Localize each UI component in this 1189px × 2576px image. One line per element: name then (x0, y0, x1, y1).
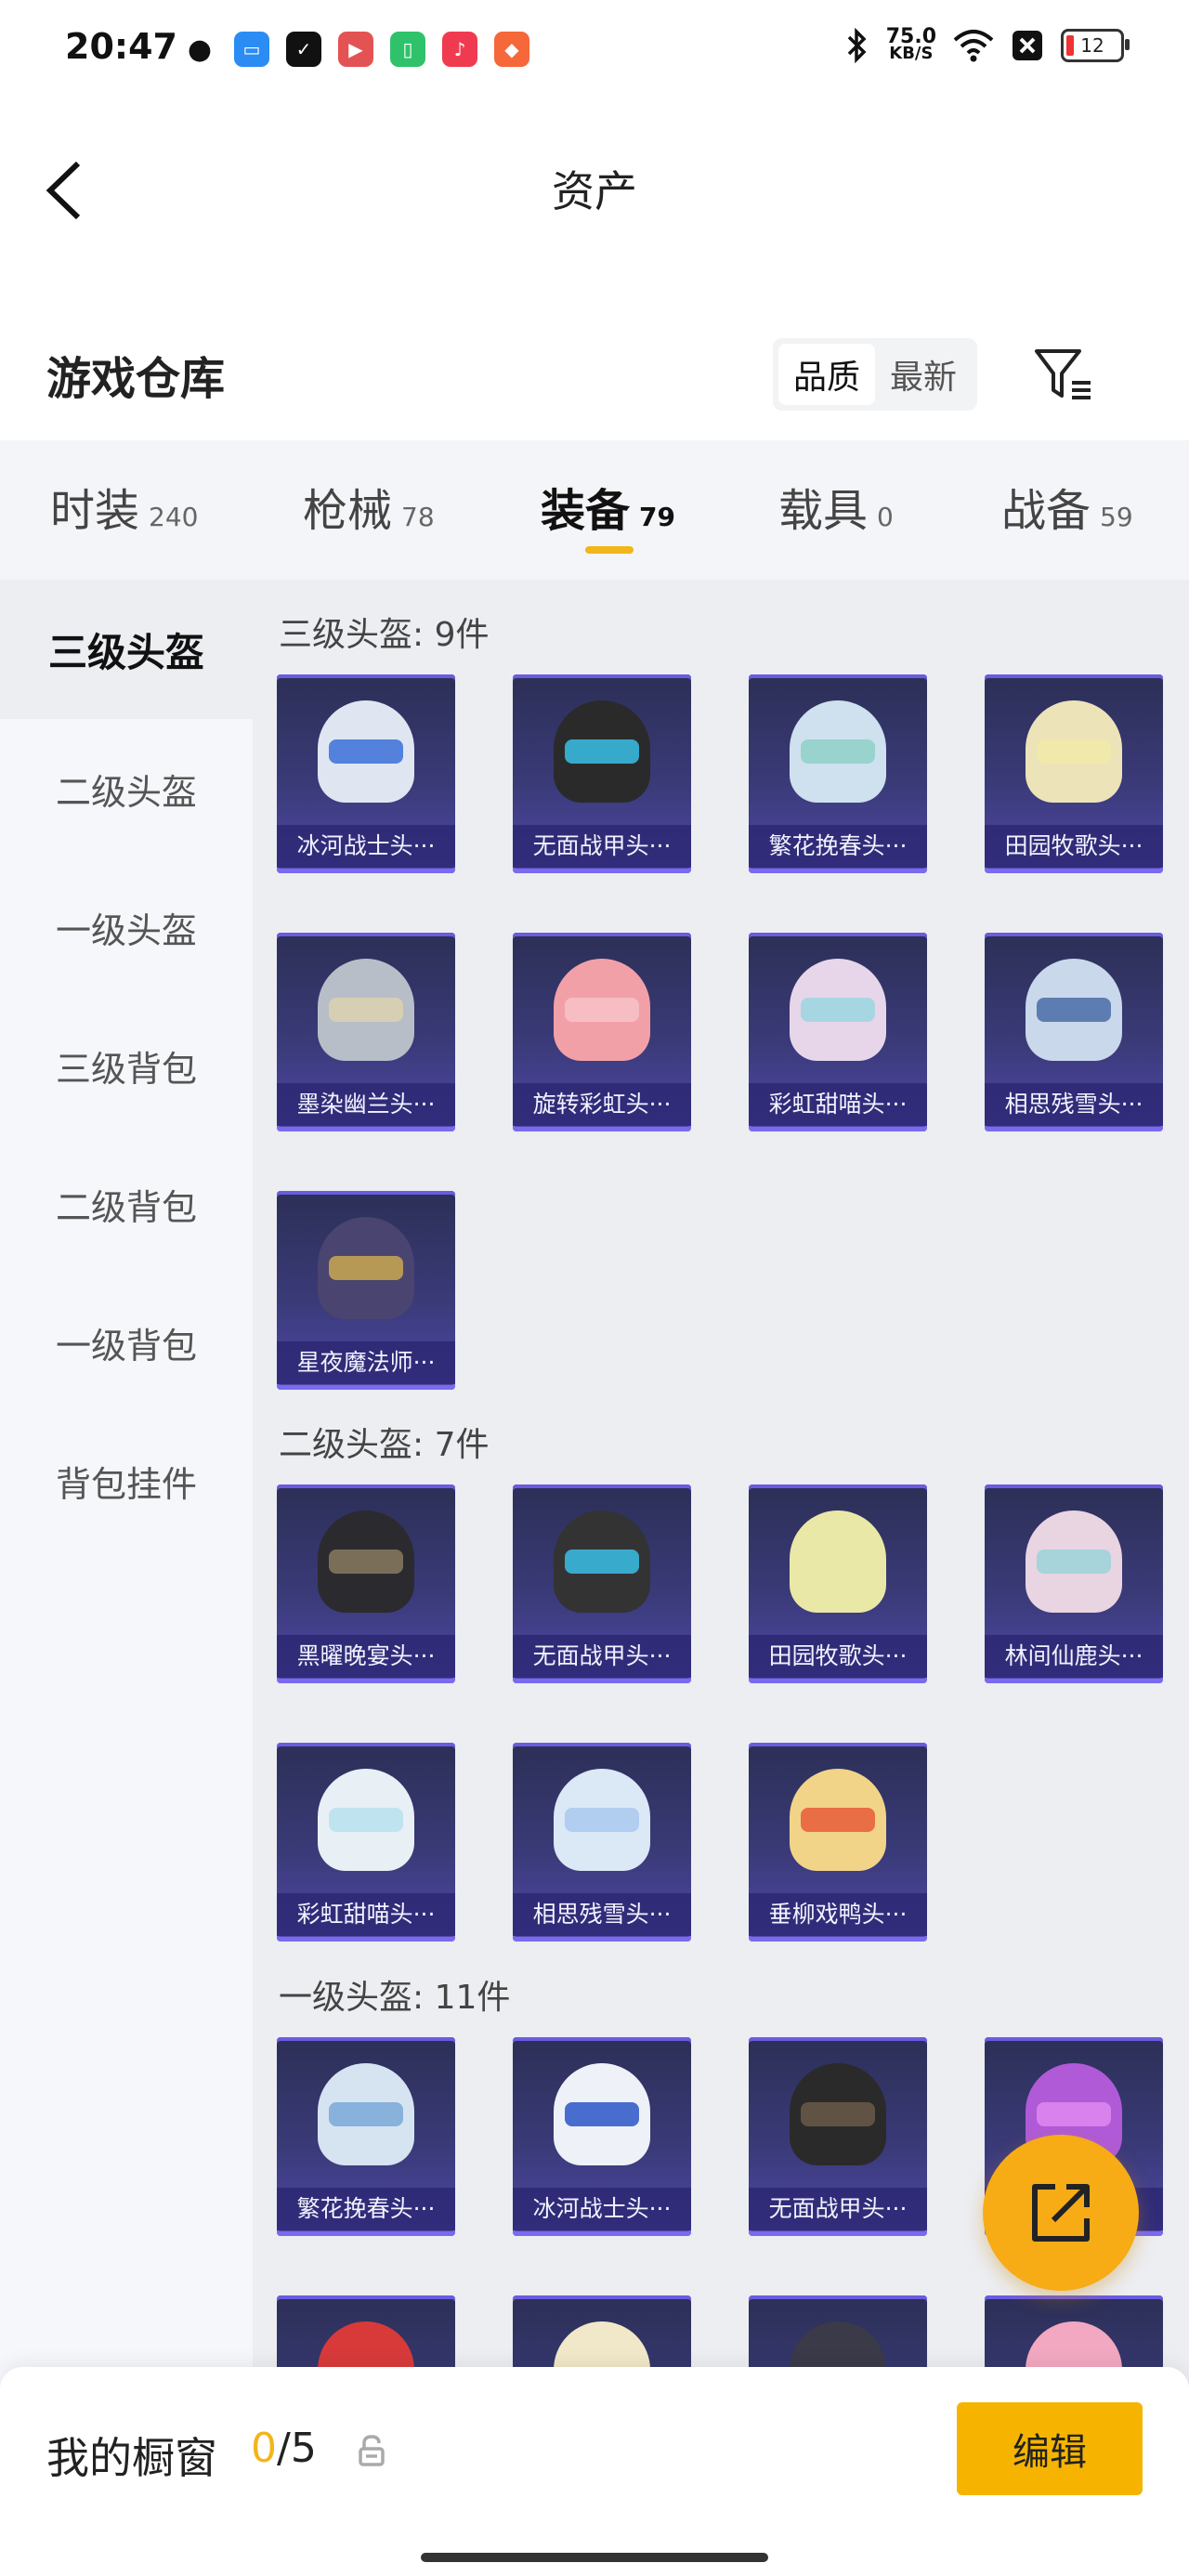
sort-quality-button[interactable]: 品质 (778, 344, 876, 405)
item-card[interactable]: 繁花挽春头··· (277, 2037, 455, 2236)
item-name: 田园牧歌头··· (985, 825, 1163, 868)
game-icon: ◆ (494, 32, 529, 67)
sidebar-item-level3-helmet[interactable]: 三级头盔 (0, 580, 253, 719)
tab-label: 战备 (1001, 485, 1091, 537)
tab-label: 载具 (778, 485, 869, 537)
sidebar-item-level1-helmet[interactable]: 一级头盔 (0, 857, 253, 997)
item-name: 无面战甲头··· (513, 1635, 691, 1678)
battery-indicator: 12 (1061, 29, 1130, 62)
no-sim-icon (1013, 31, 1042, 60)
tab-label: 时装 (50, 485, 140, 537)
item-name: 旋转彩虹头··· (513, 1083, 691, 1126)
item-card[interactable]: 繁花挽春头··· (749, 674, 927, 873)
tab-supplies[interactable]: 战备 59 (1001, 474, 1133, 539)
sidebar-item-level1-backpack[interactable]: 一级背包 (0, 1273, 253, 1412)
item-name: 林间仙鹿头··· (985, 1635, 1163, 1678)
tab-count: 78 (401, 502, 435, 532)
item-card[interactable]: 冰河战士头··· (513, 2037, 691, 2236)
share-button[interactable] (983, 2135, 1139, 2291)
app-header: 资产 (0, 121, 1189, 251)
home-indicator[interactable] (421, 2553, 768, 2562)
item-card[interactable]: 垂柳戏鸭头··· (749, 1743, 927, 1942)
item-name: 无面战甲头··· (513, 825, 691, 868)
group-title: 三级头盔: 9件 (279, 616, 490, 654)
item-name: 繁花挽春头··· (749, 825, 927, 868)
tab-vehicles[interactable]: 载具 0 (778, 474, 894, 539)
item-card[interactable]: 无面战甲头··· (749, 2037, 927, 2236)
item-name: 黑曜晚宴头··· (277, 1635, 455, 1678)
status-bar: 20:47 ● ▭ ✓ ▶ ▯ ♪ ◆ 75.0 KB/S 12 (0, 0, 1189, 104)
tab-count: 240 (149, 502, 199, 532)
item-name: 繁花挽春头··· (277, 2188, 455, 2230)
item-name: 田园牧歌头··· (749, 1635, 927, 1678)
item-name: 相思残雪头··· (513, 1893, 691, 1936)
item-name: 冰河战士头··· (513, 2188, 691, 2230)
item-card[interactable]: 相思残雪头··· (985, 933, 1163, 1131)
video-icon: ▶ (338, 32, 373, 67)
showcase-bar: 我的橱窗 0/5 编辑 (0, 2367, 1189, 2576)
edit-button[interactable]: 编辑 (957, 2402, 1143, 2495)
system-indicators: 75.0 KB/S 12 (845, 25, 1130, 63)
sidebar-item-level2-backpack[interactable]: 二级背包 (0, 1134, 253, 1274)
clock: 20:47 (65, 26, 177, 67)
warehouse-header: 游戏仓库 品质 最新 (0, 325, 1189, 418)
sort-latest-button[interactable]: 最新 (875, 344, 972, 405)
item-name: 彩虹甜喵头··· (277, 1893, 455, 1936)
music-icon: ♪ (442, 32, 477, 67)
item-card[interactable]: 彩虹甜喵头··· (749, 933, 927, 1131)
tab-fashion[interactable]: 时装 240 (50, 474, 198, 539)
showcase-label: 我的橱窗 (46, 2433, 217, 2483)
tab-guns[interactable]: 枪械 78 (303, 474, 435, 539)
item-card[interactable]: 相思残雪头··· (513, 1743, 691, 1942)
item-card[interactable]: 林间仙鹿头··· (985, 1484, 1163, 1683)
tab-label: 枪械 (303, 485, 393, 537)
category-tabs: 时装 240 枪械 78 装备 79 载具 0 战备 59 (0, 440, 1189, 580)
active-tab-indicator (585, 546, 634, 554)
group-title: 二级头盔: 7件 (279, 1426, 490, 1464)
tab-count: 0 (877, 502, 894, 532)
tab-label: 装备 (541, 485, 631, 537)
content-area: 三级头盔 二级头盔 一级头盔 三级背包 二级背包 一级背包 背包挂件 三级头盔:… (0, 580, 1189, 2576)
item-name: 星夜魔法师··· (277, 1341, 455, 1384)
item-name: 墨染幽兰头··· (277, 1083, 455, 1126)
item-name: 无面战甲头··· (749, 2188, 927, 2230)
item-name: 冰河战士头··· (277, 825, 455, 868)
item-card[interactable]: 冰河战士头··· (277, 674, 455, 873)
app-icon: ▯ (390, 32, 425, 67)
share-icon (1032, 2184, 1090, 2242)
network-speed: 75.0 KB/S (885, 25, 936, 63)
lock-icon (359, 2435, 385, 2466)
group-title: 一级头盔: 11件 (279, 1979, 511, 2017)
sidebar-item-backpack-charm[interactable]: 背包挂件 (0, 1411, 253, 1550)
item-card[interactable]: 无面战甲头··· (513, 674, 691, 873)
showcase-count: 0/5 (251, 2425, 317, 2472)
item-card[interactable]: 黑曜晚宴头··· (277, 1484, 455, 1683)
subcategory-sidebar: 三级头盔 二级头盔 一级头盔 三级背包 二级背包 一级背包 背包挂件 (0, 580, 253, 2576)
tab-equipment[interactable]: 装备 79 (541, 474, 675, 539)
app-icon: ▭ (234, 32, 269, 67)
item-card[interactable]: 田园牧歌头··· (749, 1484, 927, 1683)
item-card[interactable]: 田园牧歌头··· (985, 674, 1163, 873)
item-card[interactable]: 星夜魔法师··· (277, 1191, 455, 1390)
sidebar-item-level2-helmet[interactable]: 二级头盔 (0, 719, 253, 858)
tab-count: 59 (1100, 502, 1133, 532)
item-card[interactable]: 彩虹甜喵头··· (277, 1743, 455, 1942)
wifi-icon (953, 30, 994, 62)
app-icon: ✓ (286, 32, 321, 67)
item-name: 彩虹甜喵头··· (749, 1083, 927, 1126)
item-card[interactable]: 墨染幽兰头··· (277, 933, 455, 1131)
item-card[interactable]: 旋转彩虹头··· (513, 933, 691, 1131)
item-name: 相思残雪头··· (985, 1083, 1163, 1126)
bluetooth-icon (847, 28, 867, 63)
filter-icon[interactable] (1031, 342, 1096, 407)
page-title: 资产 (552, 166, 637, 216)
item-name: 垂柳戏鸭头··· (749, 1893, 927, 1936)
item-card[interactable]: 无面战甲头··· (513, 1484, 691, 1683)
wechat-icon: ● (182, 32, 217, 67)
sort-toggle: 品质 最新 (773, 338, 978, 411)
tab-count: 79 (639, 502, 675, 532)
notification-icons: ● ▭ ✓ ▶ ▯ ♪ ◆ (182, 32, 529, 67)
sidebar-item-level3-backpack[interactable]: 三级背包 (0, 996, 253, 1135)
section-title: 游戏仓库 (46, 353, 226, 405)
